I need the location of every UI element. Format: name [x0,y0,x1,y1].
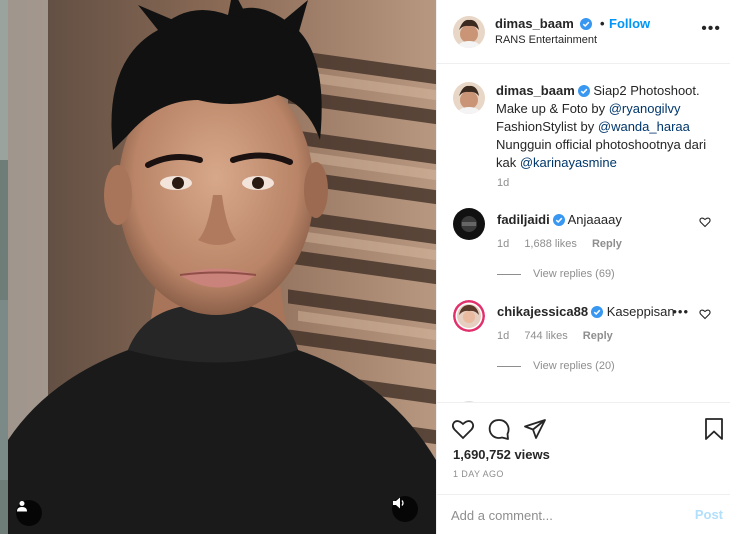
background-page-strip [0,0,8,534]
add-comment-bar: Post [437,494,730,534]
caption-author-avatar[interactable] [453,82,485,114]
comment-meta: 1d 744 likes Reply [497,330,625,342]
mention-link[interactable]: @ryanogilvy [609,101,681,116]
post-comment-button[interactable]: Post [695,507,723,522]
comment-likes[interactable]: 744 likes [524,330,567,342]
view-replies-button[interactable]: View replies (20) [497,360,615,372]
comment-like-icon[interactable] [699,216,711,228]
user-tag-button[interactable] [16,500,42,526]
author-location[interactable]: RANS Entertainment [495,34,597,46]
post-media[interactable] [8,0,436,534]
commenter-avatar[interactable] [453,300,485,332]
verified-badge-icon [577,85,590,97]
heart-icon[interactable] [451,417,475,441]
post-photo [8,0,436,534]
comment-meta: 1d 1,688 likes Reply [497,238,634,250]
view-replies-button[interactable]: View replies (69) [497,268,615,280]
comment-username[interactable]: fadiljaidi [497,212,550,227]
post-header: dimas_baam • Follow RANS Entertainment •… [437,0,730,64]
comment-more-button[interactable]: ••• [672,304,689,319]
author-avatar[interactable] [453,16,485,48]
user-tag-icon [17,501,27,512]
post-caption: dimas_baam Siap2 Photoshoot. Make up & F… [496,82,716,172]
caption-timestamp[interactable]: 1d [497,177,509,189]
more-options-button[interactable]: ••• [701,21,721,37]
mention-link[interactable]: @karinayasmine [520,155,617,170]
caption-username[interactable]: dimas_baam [496,83,575,98]
comment-icon[interactable] [487,417,511,441]
header-separator: • [600,16,605,31]
view-count[interactable]: 1,690,752 views [453,447,550,462]
replies-divider [497,273,521,275]
caption-text: FashionStylist by [496,119,598,134]
comment-like-icon[interactable] [699,308,711,320]
bookmark-icon[interactable] [703,417,725,441]
comment-text: chikajessica88 Kaseppisan [497,304,675,319]
comment-timestamp[interactable]: 1d [497,330,509,342]
post-date[interactable]: 1 DAY AGO [453,469,504,479]
audio-toggle-button[interactable] [392,496,418,522]
comment-input[interactable] [451,506,681,524]
follow-button[interactable]: Follow [609,16,650,31]
verified-badge-icon [591,306,604,318]
comment-username[interactable]: chikajessica88 [497,304,588,319]
verified-badge-icon [580,18,593,30]
commenter-avatar[interactable] [453,208,485,240]
reply-button[interactable]: Reply [583,330,613,342]
mention-link[interactable]: @wanda_haraa [598,119,690,134]
post-actions: 1,690,752 views 1 DAY AGO [437,402,730,498]
replies-divider [497,365,521,367]
comment-timestamp[interactable]: 1d [497,238,509,250]
audio-icon [393,497,404,509]
reply-button[interactable]: Reply [592,238,622,250]
verified-badge-icon [552,214,565,226]
comment-likes[interactable]: 1,688 likes [524,238,577,250]
share-icon[interactable] [523,417,547,441]
post-sidebar: dimas_baam • Follow RANS Entertainment •… [436,0,730,534]
author-username[interactable]: dimas_baam • [495,16,608,31]
comment-text: fadiljaidi Anjaaaay [497,212,622,227]
comments-list[interactable]: dimas_baam Siap2 Photoshoot. Make up & F… [437,64,730,402]
